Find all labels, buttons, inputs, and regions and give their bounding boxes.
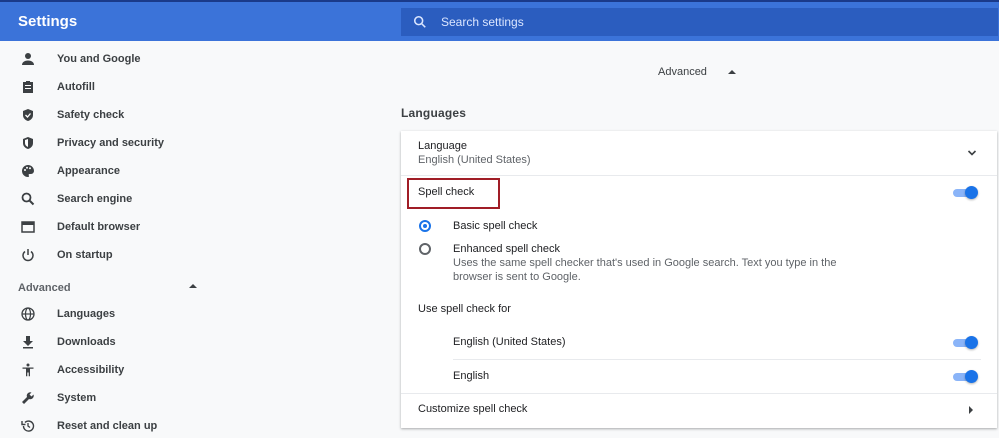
sidebar-item-on-startup[interactable]: On startup [0, 243, 210, 267]
person-icon [20, 51, 36, 67]
search-placeholder: Search settings [441, 15, 524, 29]
history-icon [20, 418, 36, 434]
app-title: Settings [18, 13, 78, 30]
toggle-knob [965, 336, 978, 349]
divider [401, 175, 997, 176]
search-input[interactable]: Search settings [401, 8, 998, 36]
sidebar-item-downloads[interactable]: Downloads [0, 330, 210, 354]
collapse-arrow-icon [728, 70, 736, 74]
download-icon [20, 334, 36, 350]
search-icon [20, 191, 36, 207]
palette-icon [20, 163, 36, 179]
sidebar-item-label: System [57, 392, 97, 404]
language-title: Language [418, 140, 467, 152]
basic-spell-check-radio[interactable] [419, 220, 431, 232]
divider [453, 359, 981, 360]
basic-spell-check-label: Basic spell check [453, 220, 538, 232]
sidebar-item-privacy-and-security[interactable]: Privacy and security [0, 131, 210, 155]
sidebar-advanced-toggle[interactable]: Advanced [18, 279, 203, 297]
sidebar-item-search-engine[interactable]: Search engine [0, 187, 210, 211]
search-icon [413, 15, 426, 28]
sidebar: You and Google Autofill Safety check Pri… [0, 41, 220, 432]
language-english-us-label: English (United States) [453, 336, 566, 348]
sidebar-item-label: Reset and clean up [57, 420, 158, 432]
enhanced-spell-check-label: Enhanced spell check [453, 243, 561, 255]
sidebar-item-autofill[interactable]: Autofill [0, 75, 210, 99]
advanced-toggle-button[interactable]: Advanced [658, 66, 736, 78]
advanced-toggle-label: Advanced [658, 66, 707, 78]
toggle-knob [965, 186, 978, 199]
sidebar-item-safety-check[interactable]: Safety check [0, 103, 210, 127]
spell-check-label: Spell check [418, 186, 475, 198]
wrench-icon [20, 390, 36, 406]
sidebar-item-label: Safety check [57, 109, 125, 121]
globe-icon [20, 306, 36, 322]
spell-check-toggle[interactable] [953, 186, 978, 199]
customize-spell-check-row[interactable]: Customize spell check [401, 394, 997, 426]
sidebar-item-appearance[interactable]: Appearance [0, 159, 210, 183]
language-english-us-toggle[interactable] [953, 336, 978, 349]
sidebar-item-you-and-google[interactable]: You and Google [0, 47, 210, 71]
power-icon [20, 247, 36, 263]
sidebar-item-accessibility[interactable]: Accessibility [0, 358, 210, 382]
sidebar-item-label: Privacy and security [57, 137, 165, 149]
sidebar-item-label: Search engine [57, 193, 133, 205]
sidebar-item-label: Appearance [57, 165, 120, 177]
shield-check-icon [20, 107, 36, 123]
languages-card: Language English (United States) Spell c… [401, 131, 997, 428]
section-title: Languages [401, 106, 467, 120]
app-header: Settings Search settings [0, 0, 999, 41]
sidebar-item-languages[interactable]: Languages [0, 302, 210, 326]
enhanced-spell-check-radio[interactable] [419, 243, 431, 255]
sidebar-item-system[interactable]: System [0, 386, 210, 410]
language-row[interactable]: Language English (United States) [401, 131, 997, 175]
sidebar-item-label: Languages [57, 308, 116, 320]
browser-icon [20, 219, 36, 235]
sidebar-advanced-label: Advanced [18, 282, 71, 294]
sidebar-item-label: On startup [57, 249, 113, 261]
sidebar-item-reset-and-clean-up[interactable]: Reset and clean up [0, 414, 210, 438]
sidebar-item-default-browser[interactable]: Default browser [0, 215, 210, 239]
sidebar-item-label: Accessibility [57, 364, 125, 376]
sidebar-item-label: You and Google [57, 53, 141, 65]
toggle-knob [965, 370, 978, 383]
sidebar-item-label: Autofill [57, 81, 95, 93]
chevron-down-icon[interactable] [967, 148, 977, 158]
sidebar-item-label: Downloads [57, 336, 116, 348]
language-english-toggle[interactable] [953, 370, 978, 383]
shield-icon [20, 135, 36, 151]
language-english-label: English [453, 370, 490, 382]
use-spell-check-for-label: Use spell check for [418, 303, 511, 315]
language-value: English (United States) [418, 154, 531, 166]
customize-spell-check-label: Customize spell check [418, 403, 528, 415]
clipboard-icon [20, 79, 36, 95]
sidebar-item-label: Default browser [57, 221, 141, 233]
enhanced-spell-check-description: Uses the same spell checker that's used … [453, 257, 837, 283]
chevron-right-icon [969, 406, 973, 414]
collapse-arrow-icon [189, 284, 197, 288]
accessibility-icon [20, 362, 36, 378]
